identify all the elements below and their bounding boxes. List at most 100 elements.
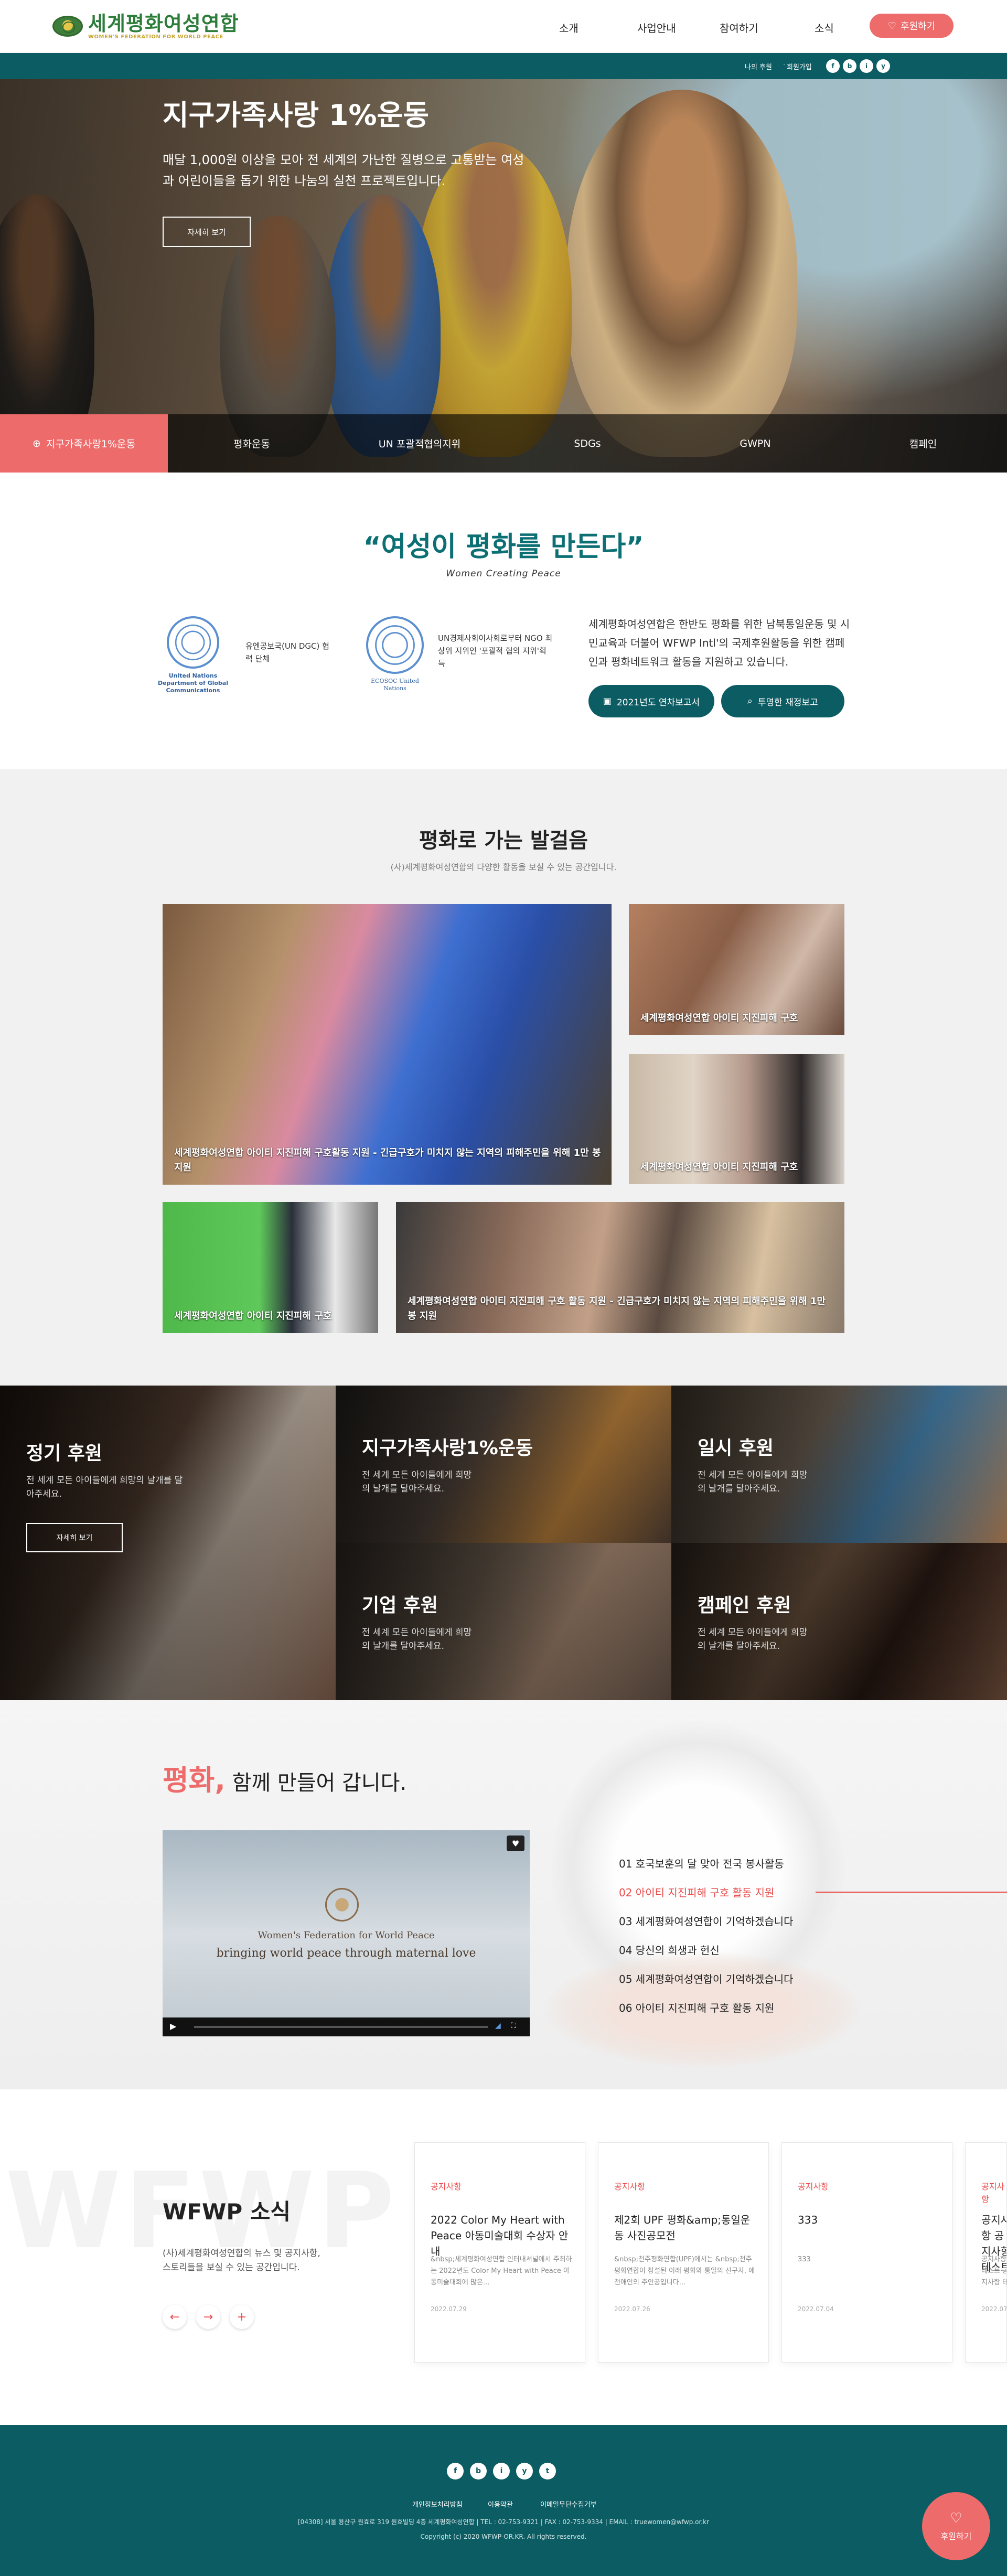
- instagram-icon[interactable]: i: [493, 2463, 510, 2480]
- finance-report-label: 투명한 재정보고: [757, 697, 818, 708]
- support-more-button[interactable]: 자세히 보기: [26, 1523, 123, 1552]
- video-list-item[interactable]: 05 세계평화여성연합이 기억하겠습니다: [619, 1971, 794, 1986]
- tab-sdgs[interactable]: SDGs: [504, 414, 671, 473]
- support-regular-panel[interactable]: 정기 후원 전 세계 모든 아이들에게 희망의 날개를 달아주세요. 자세히 보…: [0, 1386, 336, 1700]
- twitter-icon[interactable]: t: [539, 2463, 556, 2480]
- favorite-icon[interactable]: ♥: [507, 1836, 524, 1851]
- prev-arrow-icon[interactable]: ←: [163, 2305, 187, 2329]
- wfwp-emblem-icon: [325, 1888, 359, 1922]
- photo-caption: 세계평화여성연합 아이티 지진피해 구호: [640, 1013, 798, 1024]
- support-campaign-panel[interactable]: 캠페인 후원 전 세계 모든 아이들에게 희망의 날개를 달아주세요.: [671, 1543, 1007, 1700]
- floating-donate-button[interactable]: ♡ 후원하기: [922, 2492, 990, 2560]
- video-line-2: bringing world peace through maternal lo…: [216, 1947, 476, 1960]
- tab-gwpn[interactable]: GWPN: [671, 414, 839, 473]
- youtube-icon[interactable]: y: [876, 59, 890, 73]
- next-arrow-icon[interactable]: →: [196, 2305, 220, 2329]
- support-earth-panel[interactable]: 지구가족사랑1%운동 전 세계 모든 아이들에게 희망의 날개를 달아주세요.: [336, 1386, 671, 1543]
- nav-business[interactable]: 사업안내: [637, 20, 676, 35]
- donate-button-label: 후원하기: [900, 21, 936, 32]
- tab-earth-family[interactable]: ⊕ 지구가족사랑1%운동: [0, 414, 168, 473]
- peace-title: 평화, 함께 만들어 갑니다.: [163, 1757, 406, 1798]
- signup-link[interactable]: 회원가입: [787, 61, 812, 71]
- facebook-icon[interactable]: f: [447, 2463, 464, 2480]
- news-card[interactable]: 공지사항 333 333 2022.07.04: [781, 2142, 952, 2363]
- hero-banner: [0, 79, 1007, 473]
- site-logo[interactable]: 세계평화여성연합 WOMEN'S FEDERATION FOR WORLD PE…: [52, 12, 239, 41]
- footer-copyright: Copyright (c) 2020 WFWP-OR.KR. All right…: [420, 2533, 587, 2540]
- activity-photo-large[interactable]: 세계평화여성연합 아이티 지진피해 구호활동 지원 - 긴급구호가 미치지 않는…: [163, 904, 612, 1185]
- support-once-panel[interactable]: 일시 후원 전 세계 모든 아이들에게 희망의 날개를 달아주세요.: [671, 1386, 1007, 1543]
- activities-title: 평화로 가는 발걸음: [419, 829, 588, 853]
- support-regular-title: 정기 후원: [26, 1443, 103, 1464]
- tab-campaign[interactable]: 캠페인: [839, 414, 1007, 473]
- news-card[interactable]: 공지사항 제2회 UPF 평화&amp;통일운동 사진공모전 &nbsp;천주평…: [598, 2142, 769, 2363]
- donate-button[interactable]: ♡ 후원하기: [870, 14, 954, 38]
- news-card-partial[interactable]: 공지사항 공지사항 공지사항 테스트 공지사항 테스트 공지사항 테스트 공지사…: [965, 2142, 1007, 2363]
- hero-more-button[interactable]: 자세히 보기: [163, 217, 251, 247]
- support-once-title: 일시 후원: [698, 1437, 774, 1459]
- nav-news[interactable]: 소식: [815, 20, 834, 35]
- blog-icon[interactable]: b: [843, 59, 856, 73]
- search-icon: ⌕: [747, 696, 753, 706]
- photo-caption: 세계평화여성연합 아이티 지진피해 구호: [174, 1311, 332, 1322]
- privacy-policy-link[interactable]: 개인정보처리방침: [412, 2499, 463, 2509]
- footer-address: [04308] 서울 용산구 원효로 319 원효빌딩 4층 세계평화여성연합 …: [298, 2518, 709, 2526]
- news-card-date: 2022.07.04: [798, 2305, 834, 2313]
- peace-title-rest: 함께 만들어 갑니다.: [225, 1771, 407, 1795]
- instagram-icon[interactable]: i: [860, 59, 873, 73]
- utility-bar: 나의 후원 · 회원가입 f b i y: [0, 53, 1007, 79]
- youtube-icon[interactable]: y: [516, 2463, 533, 2480]
- tab-peace-movement[interactable]: 평화운동: [168, 414, 336, 473]
- ecosoc-caption: ECOSOC United Nations: [371, 678, 419, 692]
- volume-icon[interactable]: ◢: [495, 2022, 501, 2030]
- video-list-item[interactable]: 03 세계평화여성연합이 기억하겠습니다: [619, 1913, 794, 1928]
- video-player[interactable]: Women's Federation for World Peace bring…: [163, 1830, 530, 2036]
- video-list-item[interactable]: 04 당신의 희생과 헌신: [619, 1942, 720, 1957]
- news-card-category: 공지사항: [614, 2182, 645, 2192]
- facebook-icon[interactable]: f: [826, 59, 840, 73]
- support-once-desc: 전 세계 모든 아이들에게 희망의 날개를 달아주세요.: [698, 1470, 808, 1494]
- news-card-excerpt: &nbsp;세계평화여성연합 인터내셔널에서 주최하는 2022년도 Color…: [431, 2256, 572, 2287]
- activity-photo[interactable]: 세계평화여성연합 아이티 지진피해 구호: [629, 1054, 844, 1184]
- my-donation-link[interactable]: 나의 후원: [745, 61, 772, 71]
- hero-tab-bar: ⊕ 지구가족사랑1%운동 평화운동 UN 포괄적협의지위 SDGs GWPN 캠…: [0, 414, 1007, 473]
- news-card-title: 333: [798, 2214, 818, 2226]
- divider: ·: [783, 61, 786, 69]
- nav-participate[interactable]: 참여하기: [720, 20, 758, 35]
- news-card-category: 공지사항: [981, 2182, 1005, 2204]
- video-progress-track[interactable]: [194, 2026, 488, 2028]
- news-card-category: 공지사항: [798, 2182, 829, 2192]
- support-corp-panel[interactable]: 기업 후원 전 세계 모든 아이들에게 희망의 날개를 달아주세요.: [336, 1543, 671, 1700]
- logo-korean: 세계평화여성연합: [88, 12, 239, 35]
- hero-subtitle: 매달 1,000원 이상을 모아 전 세계의 가난한 질병으로 고통받는 여성과…: [163, 153, 524, 188]
- fullscreen-icon[interactable]: ⛶: [511, 2022, 516, 2030]
- video-list-item[interactable]: 01 호국보훈의 달 맞아 전국 봉사활동: [619, 1855, 784, 1871]
- blog-icon[interactable]: b: [470, 2463, 487, 2480]
- email-refusal-link[interactable]: 이메일무단수집거부: [540, 2499, 597, 2509]
- peace-title-accent: 평화,: [163, 1764, 226, 1797]
- news-card-category: 공지사항: [431, 2182, 462, 2192]
- vision-description: 세계평화여성연합은 한반도 평화를 위한 남북통일운동 및 시민교육과 더불어 …: [588, 618, 850, 668]
- news-title: WFWP 소식: [163, 2199, 291, 2225]
- finance-report-button[interactable]: ⌕ 투명한 재정보고: [721, 685, 844, 717]
- video-line-1: Women's Federation for World Peace: [258, 1930, 435, 1941]
- nav-about[interactable]: 소개: [559, 20, 579, 35]
- un-emblem-icon: [167, 616, 219, 669]
- ecosoc-text: UN경제사회이사회로부터 NGO 최상위 지위인 '포괄적 협의 지위'획득: [438, 634, 553, 668]
- news-card-date: 2022.07.26: [614, 2305, 650, 2313]
- video-list-item-active[interactable]: 02 아이티 지진피해 구호 활동 지원: [619, 1884, 774, 1899]
- play-icon[interactable]: ▶: [170, 2021, 176, 2031]
- activity-photo[interactable]: 세계평화여성연합 아이티 지진피해 구호: [163, 1202, 378, 1333]
- plus-icon[interactable]: +: [230, 2305, 254, 2329]
- terms-link[interactable]: 이용약관: [488, 2499, 513, 2509]
- video-list-item[interactable]: 06 아이티 지진피해 구호 활동 지원: [619, 2000, 774, 2015]
- news-card[interactable]: 공지사항 2022 Color My Heart with Peace 아동미술…: [414, 2142, 585, 2363]
- annual-report-button[interactable]: ▣ 2021년도 연차보고서: [588, 685, 714, 717]
- activity-photo-wide[interactable]: 세계평화여성연합 아이티 지진피해 구호 활동 지원 - 긴급구호가 미치지 않…: [396, 1202, 844, 1333]
- globe-icon: ⊕: [33, 437, 41, 449]
- tab-label: 지구가족사랑1%운동: [46, 438, 135, 450]
- tab-un-status[interactable]: UN 포괄적협의지위: [336, 414, 504, 473]
- video-controls: ▶ ◢ ⛶: [163, 2017, 530, 2036]
- activity-photo[interactable]: 세계평화여성연합 아이티 지진피해 구호: [629, 904, 844, 1035]
- news-card-date: 2022.07.01: [981, 2305, 1007, 2313]
